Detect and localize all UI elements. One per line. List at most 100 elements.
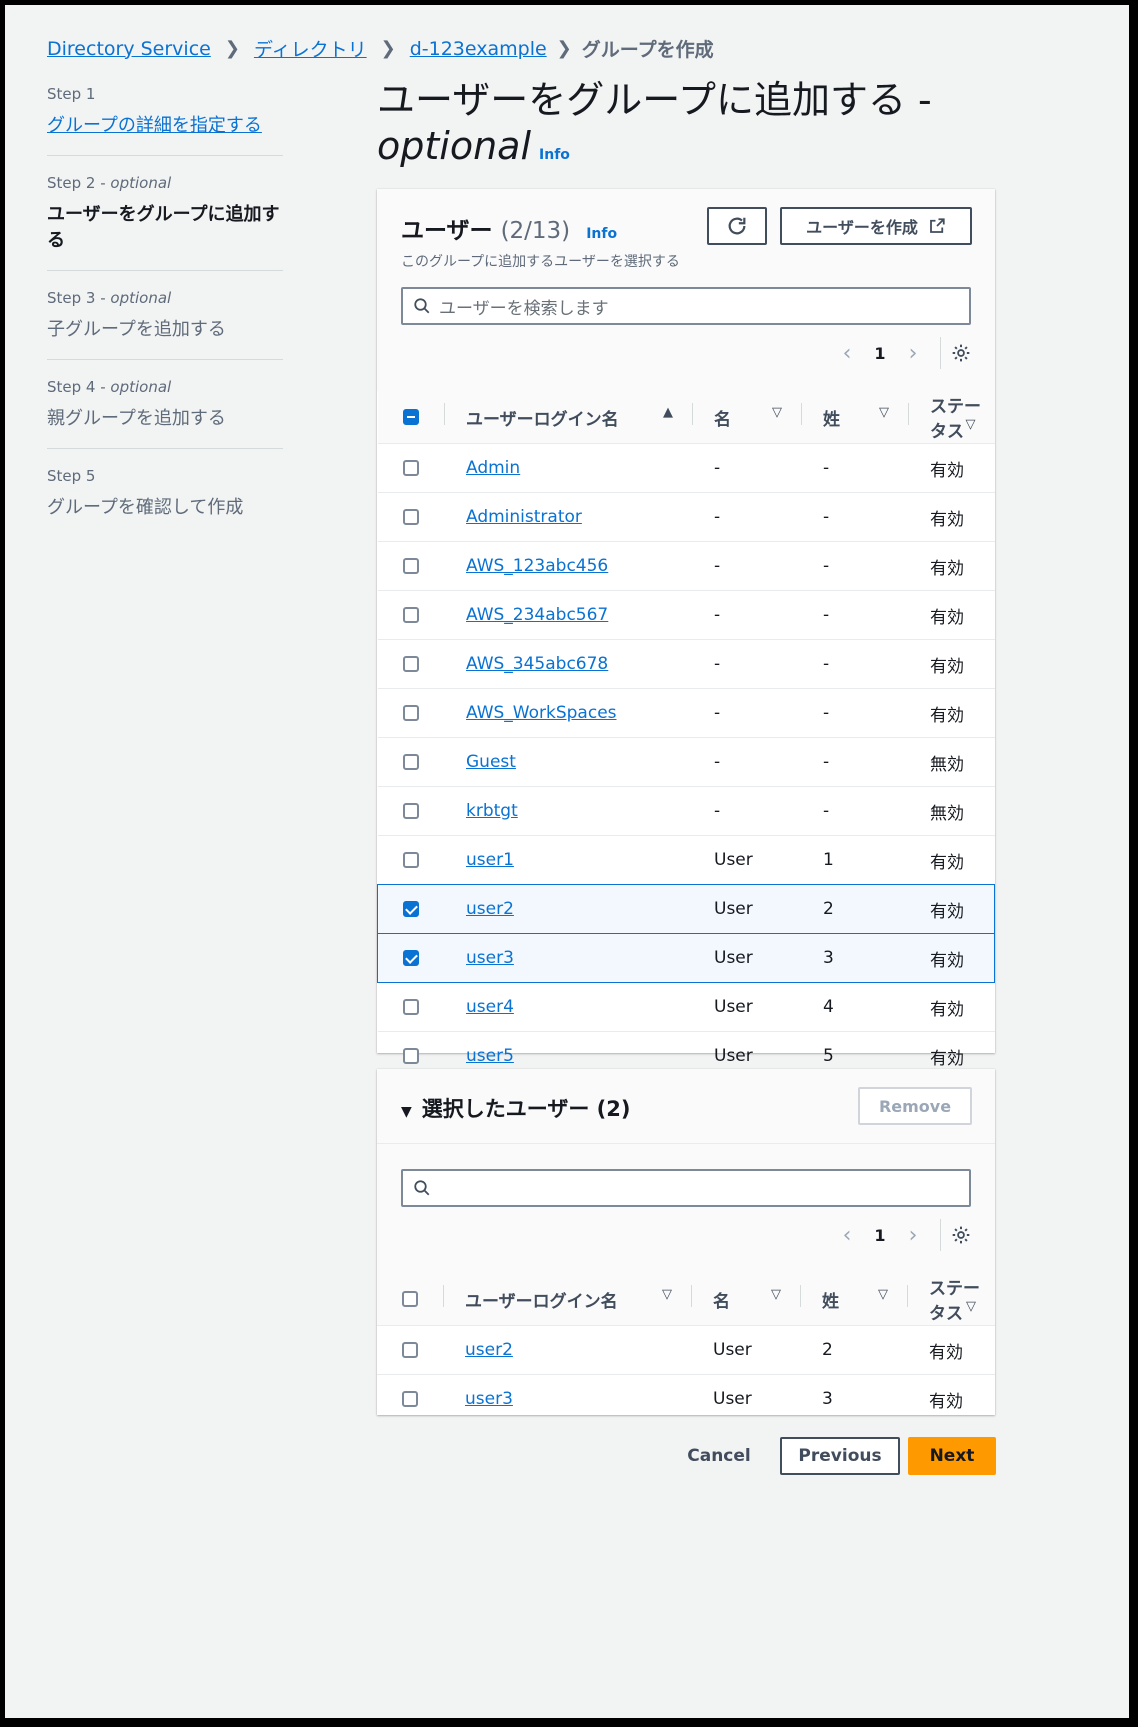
info-link[interactable]: Info — [586, 226, 617, 242]
user-login-link[interactable]: user2 — [466, 899, 514, 919]
last-name-cell: 4 — [801, 982, 908, 1032]
row-checkbox[interactable] — [402, 1048, 419, 1064]
row-checkbox[interactable] — [402, 1342, 418, 1358]
users-search-input[interactable]: ユーザーを検索します — [401, 287, 971, 325]
table-row[interactable]: user4 User 4 有効 — [377, 982, 995, 1032]
chevron-left-icon[interactable]: ‹ — [830, 1223, 864, 1248]
remove-button[interactable]: Remove — [858, 1087, 972, 1125]
chevron-right-icon[interactable]: › — [896, 341, 930, 366]
select-all-checkbox[interactable] — [402, 409, 419, 425]
cancel-button[interactable]: Cancel — [673, 1437, 765, 1475]
column-first-name[interactable]: 名 ▽ — [691, 1273, 800, 1326]
table-row[interactable]: Guest - - 無効 — [377, 737, 995, 787]
user-login-link[interactable]: AWS_234abc567 — [466, 605, 608, 625]
row-checkbox[interactable] — [402, 607, 419, 623]
sort-icon: ▽ — [966, 1299, 976, 1314]
user-login-link[interactable]: Admin — [466, 458, 520, 478]
table-row[interactable]: user2 User 2 有効 — [377, 884, 995, 934]
page-title: ユーザーをグループに追加する - optional Info — [377, 77, 997, 178]
user-login-link[interactable]: user2 — [465, 1340, 513, 1360]
first-name-cell: User — [691, 1374, 800, 1423]
select-all-checkbox[interactable] — [402, 1291, 418, 1307]
user-login-link[interactable]: user4 — [466, 997, 514, 1017]
users-panel-header: ユーザー (2/13) Info このグループに追加するユーザーを選択する ユー… — [377, 189, 995, 391]
table-row[interactable]: AWS_345abc678- - 有効 — [377, 639, 995, 689]
settings-gear-icon[interactable] — [951, 1225, 971, 1245]
row-checkbox[interactable] — [402, 754, 419, 770]
first-name-cell: User — [691, 1325, 800, 1375]
row-checkbox[interactable] — [402, 558, 419, 574]
row-checkbox[interactable] — [403, 901, 419, 917]
chevron-right-icon: ❯ — [380, 38, 396, 59]
previous-button[interactable]: Previous — [780, 1437, 900, 1475]
column-status[interactable]: ステータス ▽ — [907, 1273, 995, 1326]
row-checkbox[interactable] — [402, 1391, 418, 1407]
column-login[interactable]: ユーザーログイン名 ▲ — [444, 391, 692, 444]
row-checkbox[interactable] — [402, 999, 419, 1015]
sort-ascending-icon: ▲ — [663, 404, 673, 420]
table-row[interactable]: user3 User 3 有効 — [377, 1374, 995, 1423]
table-row[interactable]: AWS_WorkSpaces - - 有効 — [377, 688, 995, 738]
search-placeholder: ユーザーを検索します — [439, 298, 609, 319]
first-name-cell: - — [692, 786, 801, 836]
table-row[interactable]: AWS_234abc567- - 有効 — [377, 590, 995, 640]
table-row[interactable]: krbtgt - - 無効 — [377, 786, 995, 836]
row-checkbox[interactable] — [402, 460, 419, 476]
chevron-left-icon[interactable]: ‹ — [830, 341, 864, 366]
login-cell: user2 — [444, 884, 692, 934]
info-link[interactable]: Info — [539, 147, 570, 163]
chevron-right-icon[interactable]: › — [896, 1223, 930, 1248]
status-cell: 有効 — [908, 443, 995, 493]
table-row[interactable]: user3 User 3 有効 — [377, 933, 995, 983]
breadcrumb-directories[interactable]: ディレクトリ — [254, 35, 367, 62]
column-login[interactable]: ユーザーログイン名 ▽ — [443, 1273, 691, 1326]
table-row[interactable]: Administrator - - 有効 — [377, 492, 995, 542]
table-row[interactable]: user1 User 1 有効 — [377, 835, 995, 885]
selected-search-input[interactable] — [401, 1169, 971, 1207]
column-last-name[interactable]: 姓 ▽ — [800, 1273, 907, 1326]
last-name-cell: - — [801, 737, 908, 787]
row-checkbox[interactable] — [402, 705, 419, 721]
row-checkbox[interactable] — [402, 803, 419, 819]
user-login-link[interactable]: AWS_123abc456 — [466, 556, 608, 576]
row-checkbox[interactable] — [402, 852, 419, 868]
user-login-link[interactable]: Guest — [466, 752, 516, 772]
login-cell: AWS_WorkSpaces — [444, 688, 692, 738]
user-login-link[interactable]: user3 — [466, 948, 514, 968]
column-last-name[interactable]: 姓 ▽ — [801, 391, 908, 444]
sort-icon: ▽ — [879, 404, 889, 420]
user-login-link[interactable]: AWS_345abc678 — [466, 654, 608, 674]
table-row[interactable]: user2 User 2 有効 — [377, 1325, 995, 1375]
status-cell: 有効 — [907, 1374, 995, 1423]
step-1-link[interactable]: グループの詳細を指定する — [47, 111, 283, 137]
row-checkbox[interactable] — [403, 950, 419, 966]
user-login-link[interactable]: AWS_WorkSpaces — [466, 703, 617, 723]
row-checkbox-cell — [377, 639, 444, 689]
pager-divider — [940, 337, 941, 369]
next-button[interactable]: Next — [908, 1437, 996, 1475]
user-login-link[interactable]: user5 — [466, 1046, 514, 1066]
column-first-name[interactable]: 名 ▽ — [692, 391, 801, 444]
breadcrumb-directory-id[interactable]: d-123example — [410, 38, 547, 60]
page-number[interactable]: 1 — [864, 344, 896, 363]
last-name-cell: 2 — [800, 1325, 907, 1375]
step-3: Step 3 - optional 子グループを追加する — [47, 289, 283, 360]
selected-panel-toggle[interactable]: ▼ 選択したユーザー (2) — [401, 1093, 630, 1123]
table-row[interactable]: AWS_123abc456- - 有効 — [377, 541, 995, 591]
refresh-button[interactable] — [707, 207, 767, 245]
user-login-link[interactable]: krbtgt — [466, 801, 518, 821]
first-name-cell: User — [692, 933, 801, 983]
row-checkbox[interactable] — [402, 656, 419, 672]
row-checkbox[interactable] — [402, 509, 419, 525]
column-status[interactable]: ステータス ▽ — [908, 391, 995, 444]
pager-divider — [940, 1219, 941, 1251]
create-user-button[interactable]: ユーザーを作成 — [780, 207, 972, 245]
status-cell: 無効 — [908, 737, 995, 787]
settings-gear-icon[interactable] — [951, 343, 971, 363]
page-number[interactable]: 1 — [864, 1226, 896, 1245]
breadcrumb-directory-service[interactable]: Directory Service — [47, 38, 211, 60]
user-login-link[interactable]: Administrator — [466, 507, 582, 527]
user-login-link[interactable]: user1 — [466, 850, 514, 870]
user-login-link[interactable]: user3 — [465, 1389, 513, 1409]
table-row[interactable]: Admin - - 有効 — [377, 443, 995, 493]
